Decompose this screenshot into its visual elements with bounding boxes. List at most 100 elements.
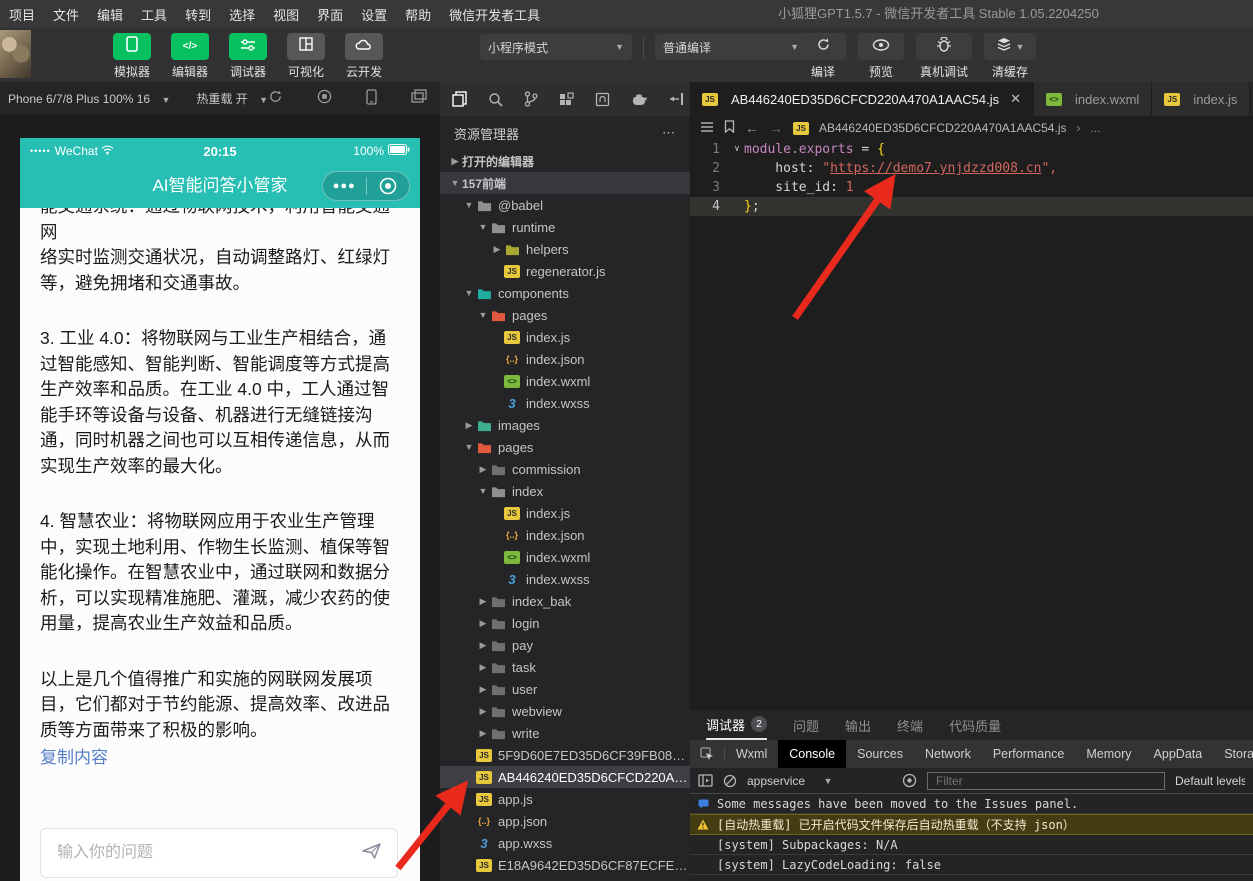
tree-item[interactable]: ▶images	[440, 414, 690, 436]
tree-item[interactable]: <>index.wxml	[440, 546, 690, 568]
exit-icon[interactable]	[367, 177, 410, 195]
snippets-icon[interactable]	[595, 92, 610, 107]
menu-item[interactable]: 视图	[264, 5, 308, 24]
tree-item[interactable]: 3index.wxss	[440, 568, 690, 590]
nav-forward-icon[interactable]: →	[769, 120, 783, 136]
log-levels-dropdown[interactable]: Default levels	[1175, 774, 1245, 788]
tree-item[interactable]: JS5F9D60E7ED35D6CF39FB08E02...	[440, 744, 690, 766]
tree-item[interactable]: ▼@babel	[440, 194, 690, 216]
devtools-tab-console[interactable]: Console	[778, 740, 846, 768]
devtools-tab-appdata[interactable]: AppData	[1143, 740, 1214, 768]
tree-item[interactable]: ▶webview	[440, 700, 690, 722]
menu-item[interactable]: 选择	[220, 5, 264, 24]
tab-code-quality[interactable]: 代码质量	[949, 710, 1001, 740]
bookmark-icon[interactable]	[724, 120, 735, 136]
tree-item[interactable]: {..}index.json	[440, 348, 690, 370]
compile-button[interactable]: 编译	[800, 33, 846, 80]
nav-back-icon[interactable]: ←	[745, 120, 759, 136]
menu-item[interactable]: 工具	[132, 5, 176, 24]
tree-item[interactable]: JSapp.js	[440, 788, 690, 810]
tree-item[interactable]: ▶commission	[440, 458, 690, 480]
context-dropdown[interactable]: appservice ▼	[747, 774, 892, 788]
tab-output[interactable]: 输出	[845, 710, 871, 740]
console-sidebar-icon[interactable]	[698, 774, 713, 787]
hot-reload-toggle[interactable]: 热重载 开 ▼	[196, 90, 268, 107]
tree-item[interactable]: ▼index	[440, 480, 690, 502]
rotate-icon[interactable]	[268, 89, 283, 108]
phone-frame-icon[interactable]	[366, 89, 377, 108]
simulator-panel-button[interactable]: 模拟器	[108, 33, 156, 80]
menu-item[interactable]: 项目	[0, 5, 44, 24]
editor-tab[interactable]: JS index.js	[1152, 82, 1250, 116]
code-editor[interactable]: 1∨module.exports = {2 host: "https://dem…	[690, 140, 1253, 216]
tree-item[interactable]: ▼components	[440, 282, 690, 304]
mode-dropdown[interactable]: 小程序模式 ▼	[480, 34, 632, 60]
menu-item[interactable]: 转到	[176, 5, 220, 24]
devtools-tab-network[interactable]: Network	[914, 740, 982, 768]
tree-item[interactable]: ▶user	[440, 678, 690, 700]
tree-item[interactable]: ▶task	[440, 656, 690, 678]
tree-item[interactable]: {..}app.json	[440, 810, 690, 832]
extensions-icon[interactable]	[559, 92, 574, 107]
tree-item[interactable]: ▶pay	[440, 634, 690, 656]
tree-item[interactable]: JSE18A9642ED35D6CF87ECFE454...	[440, 854, 690, 876]
compile-mode-dropdown[interactable]: 普通编译 ▼	[655, 34, 807, 60]
tree-item[interactable]: ▶index_bak	[440, 590, 690, 612]
close-icon[interactable]: ✕	[1010, 91, 1021, 107]
send-icon[interactable]	[361, 841, 383, 866]
tree-item[interactable]: ▼pages	[440, 436, 690, 458]
files-icon[interactable]	[452, 91, 467, 107]
tree-item[interactable]: JSindex.js	[440, 502, 690, 524]
tree-item[interactable]: JSindex.js	[440, 326, 690, 348]
clear-cache-button[interactable]: ▼ 清缓存	[984, 33, 1036, 80]
copy-content-link[interactable]: 复制内容	[40, 748, 108, 767]
tree-section[interactable]: ▶打开的编辑器	[440, 150, 690, 172]
tree-item[interactable]: {..}project.config.json	[440, 876, 690, 881]
devtools-tab-memory[interactable]: Memory	[1075, 740, 1142, 768]
capsule-menu[interactable]: ●●●	[322, 171, 410, 201]
avatar[interactable]	[0, 30, 31, 78]
tree-item[interactable]: ▶helpers	[440, 238, 690, 260]
outline-icon[interactable]	[700, 121, 714, 136]
tree-item[interactable]: ▼pages	[440, 304, 690, 326]
question-input[interactable]	[55, 843, 361, 863]
eye-toggle-icon[interactable]	[902, 773, 917, 788]
tree-item[interactable]: 3app.wxss	[440, 832, 690, 854]
editor-tab[interactable]: <> index.wxml	[1034, 82, 1152, 116]
menu-item[interactable]: 帮助	[396, 5, 440, 24]
collapse-sidebar-icon[interactable]	[669, 92, 684, 106]
tree-item[interactable]: ▶write	[440, 722, 690, 744]
windows-icon[interactable]	[411, 89, 427, 108]
devtools-tab-storage[interactable]: Storage	[1213, 740, 1253, 768]
inspect-icon[interactable]	[690, 747, 725, 761]
device-selector[interactable]: Phone 6/7/8 Plus 100% 16 ▼	[8, 92, 170, 106]
more-icon[interactable]: ●●●	[323, 180, 366, 192]
tree-item[interactable]: <>index.wxml	[440, 370, 690, 392]
devtools-tab-performance[interactable]: Performance	[982, 740, 1076, 768]
tree-item[interactable]: ▶login	[440, 612, 690, 634]
menu-item[interactable]: 界面	[308, 5, 352, 24]
device-debug-button[interactable]: 真机调试	[916, 33, 972, 80]
visualization-panel-button[interactable]: 可视化	[282, 33, 330, 80]
menu-item[interactable]: 设置	[352, 5, 396, 24]
tree-item[interactable]: JSAB446240ED35D6CFCD220A47...	[440, 766, 690, 788]
devtools-tab-wxml[interactable]: Wxml	[725, 740, 778, 768]
devtools-tab-sources[interactable]: Sources	[846, 740, 914, 768]
tab-terminal[interactable]: 终端	[897, 710, 923, 740]
debugger-panel-button[interactable]: 调试器	[224, 33, 272, 80]
fold-icon[interactable]: ∨	[730, 140, 744, 159]
tree-item[interactable]: {..}index.json	[440, 524, 690, 546]
tree-item[interactable]: JSregenerator.js	[440, 260, 690, 282]
editor-panel-button[interactable]: </> 编辑器	[166, 33, 214, 80]
preview-button[interactable]: 预览	[858, 33, 904, 80]
menu-item[interactable]: 微信开发者工具	[440, 5, 549, 24]
tab-problems[interactable]: 问题	[793, 710, 819, 740]
tree-section[interactable]: ▼157前端	[440, 172, 690, 194]
cloud-dev-panel-button[interactable]: 云开发	[340, 33, 388, 80]
filter-input[interactable]	[927, 772, 1165, 790]
clear-console-icon[interactable]	[723, 774, 737, 788]
menu-item[interactable]: 编辑	[88, 5, 132, 24]
git-branch-icon[interactable]	[524, 91, 538, 107]
record-icon[interactable]	[317, 89, 332, 108]
more-actions-icon[interactable]: ⋯	[662, 125, 676, 141]
